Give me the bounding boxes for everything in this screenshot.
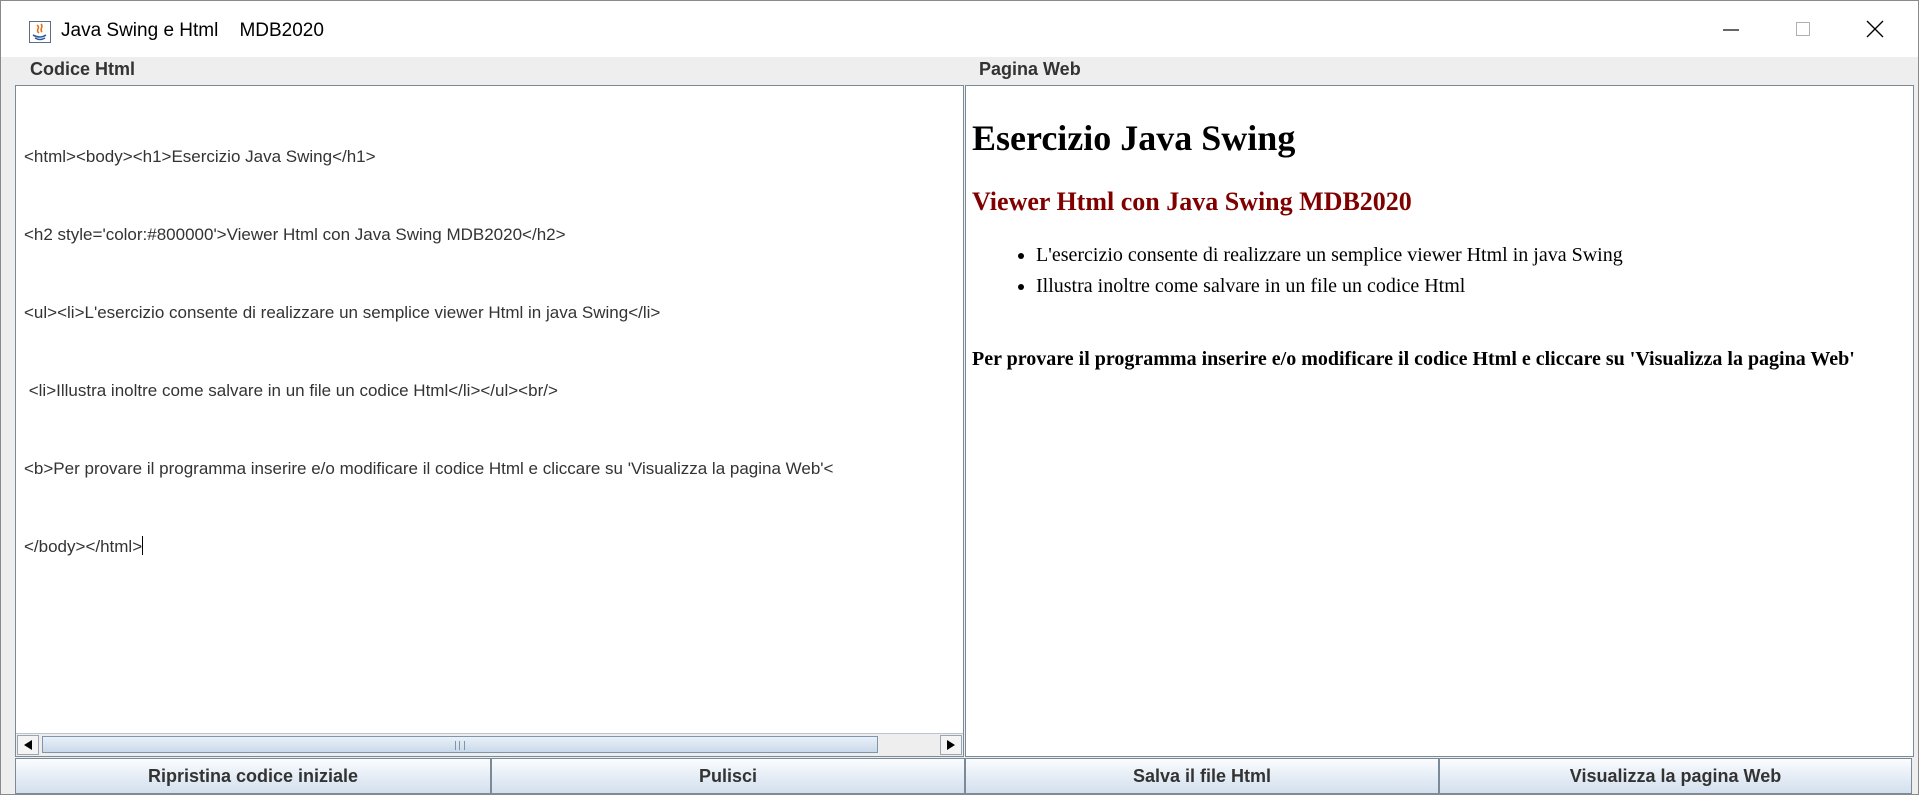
web-preview-panel: Esercizio Java Swing Viewer Html con Jav… <box>965 85 1914 757</box>
arrow-left-icon <box>24 740 32 750</box>
html-code-editor[interactable]: <html><body><h1>Esercizio Java Swing</h1… <box>24 92 963 612</box>
close-button[interactable] <box>1839 1 1911 57</box>
code-line: </body></html> <box>24 537 143 556</box>
preview-list-item: Illustra inoltre come salvare in un file… <box>1036 271 1901 302</box>
java-app-icon <box>29 21 51 43</box>
title-bar[interactable]: Java Swing e Html MDB2020 <box>1 1 1918 57</box>
preview-heading: Esercizio Java Swing <box>972 118 1296 158</box>
preview-subheading: Viewer Html con Java Swing MDB2020 <box>972 187 1412 216</box>
code-line: <html><body><h1>Esercizio Java Swing</h1… <box>24 147 376 166</box>
code-line: <h2 style='color:#800000'>Viewer Html co… <box>24 225 566 244</box>
scroll-right-button[interactable] <box>940 735 962 755</box>
code-line: <li>Illustra inoltre come salvare in un … <box>24 381 558 400</box>
preview-list-item: L'esercizio consente di realizzare un se… <box>1036 240 1901 271</box>
close-icon <box>1866 20 1884 38</box>
code-line: <ul><li>L'esercizio consente di realizza… <box>24 303 661 322</box>
button-bar: Ripristina codice iniziale Pulisci Salva… <box>15 758 1912 794</box>
code-line: <b>Per provare il programma inserire e/o… <box>24 459 834 478</box>
maximize-icon <box>1796 22 1810 36</box>
preview-bold-text: Per provare il programma inserire e/o mo… <box>972 348 1855 370</box>
text-caret <box>142 536 144 555</box>
preview-list: L'esercizio consente di realizzare un se… <box>972 240 1901 302</box>
view-page-button[interactable]: Visualizza la pagina Web <box>1439 758 1912 794</box>
code-editor-panel[interactable]: <html><body><h1>Esercizio Java Swing</h1… <box>15 85 964 757</box>
web-page-content: Esercizio Java Swing Viewer Html con Jav… <box>972 86 1901 375</box>
reset-code-button[interactable]: Ripristina codice iniziale <box>15 758 491 794</box>
code-line-last: </body></html> <box>24 534 963 560</box>
code-panel-title: Codice Html <box>30 59 136 79</box>
save-html-button[interactable]: Salva il file Html <box>965 758 1439 794</box>
scrollbar-thumb[interactable] <box>42 736 878 753</box>
scrollbar-grip-icon <box>455 741 465 750</box>
web-panel-title: Pagina Web <box>979 59 1081 79</box>
arrow-right-icon <box>947 740 955 750</box>
maximize-button[interactable] <box>1767 1 1839 57</box>
minimize-button[interactable] <box>1695 1 1767 57</box>
horizontal-scrollbar[interactable] <box>16 733 963 756</box>
app-window: Java Swing e Html MDB2020 Codice Html Pa… <box>0 0 1919 795</box>
minimize-icon <box>1723 29 1739 31</box>
window-title: Java Swing e Html MDB2020 <box>61 20 324 41</box>
scroll-left-button[interactable] <box>17 735 39 755</box>
clear-button[interactable]: Pulisci <box>491 758 965 794</box>
